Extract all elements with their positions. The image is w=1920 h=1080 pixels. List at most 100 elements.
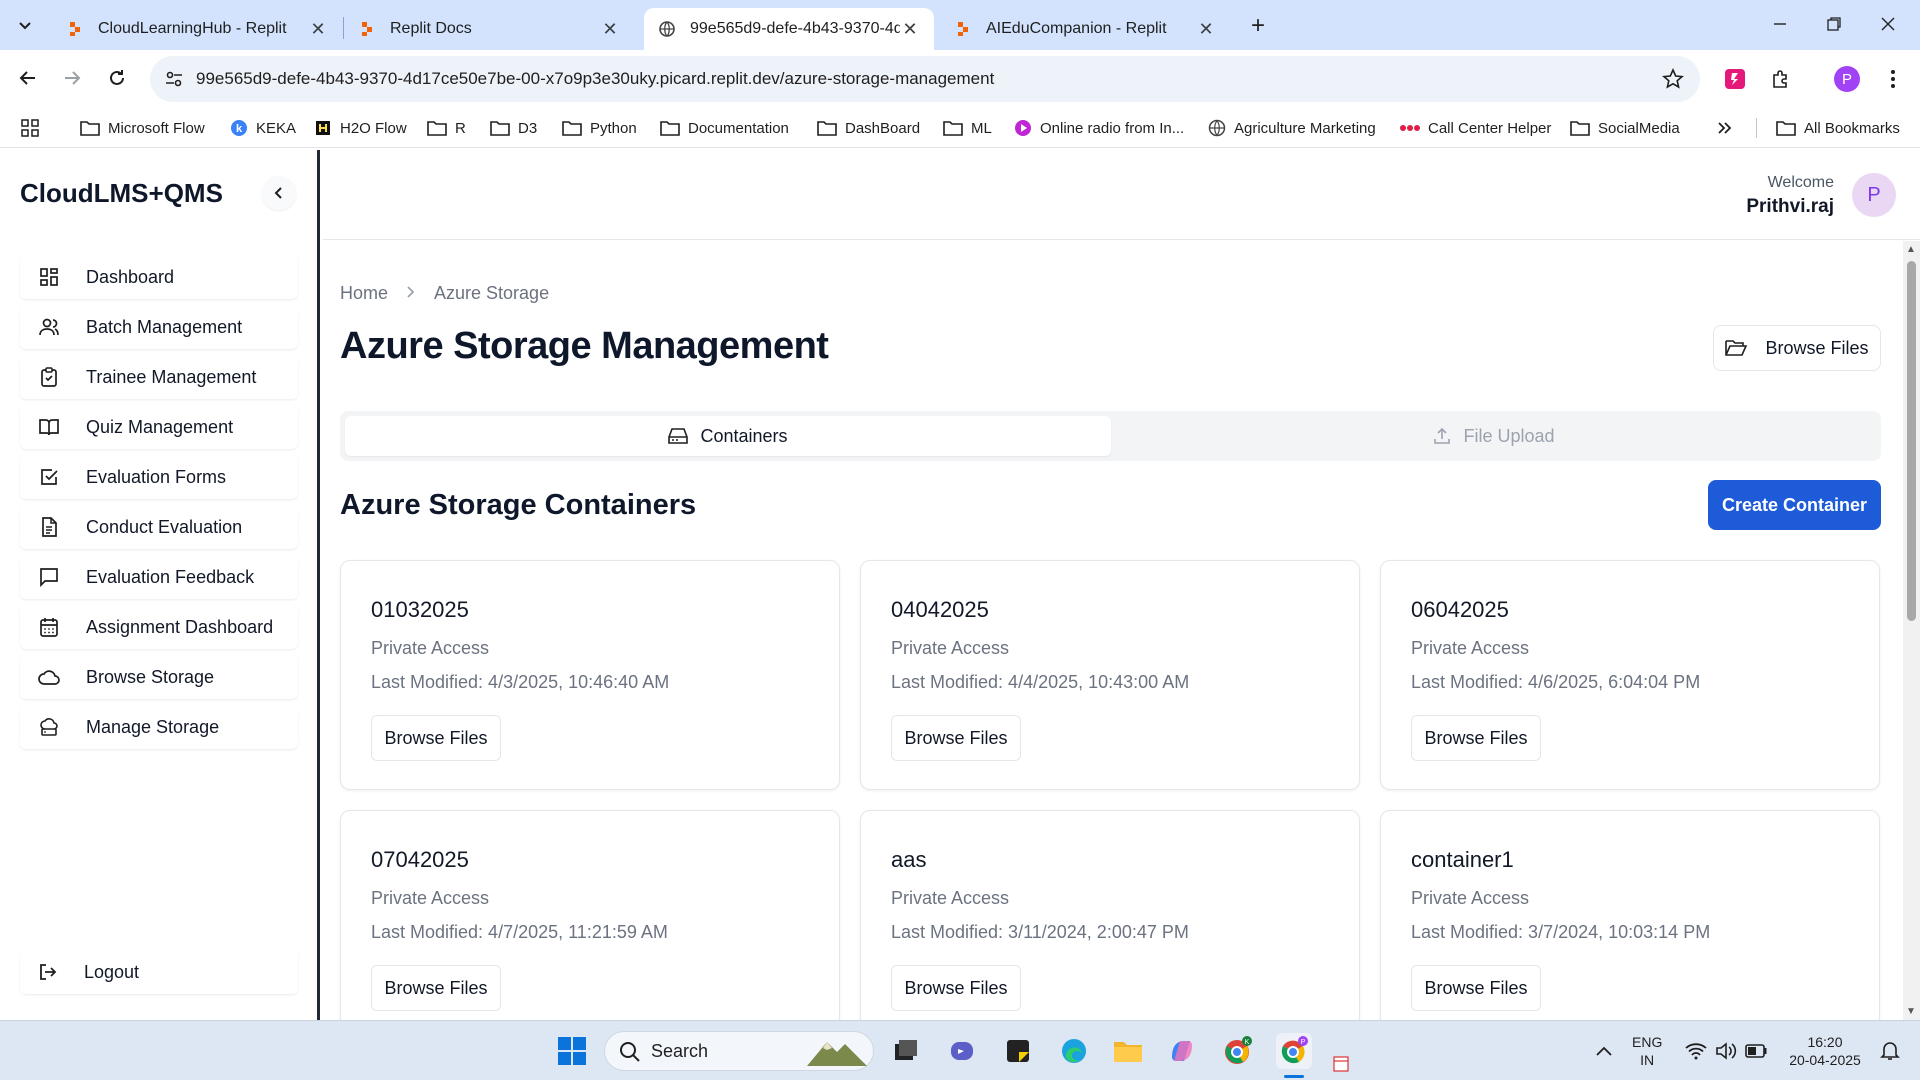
browse-files-button[interactable]: Browse Files [891,965,1021,1011]
breadcrumb-home[interactable]: Home [340,283,388,304]
kebab-menu-icon[interactable] [1878,64,1908,94]
container-card: 06042025 Private Access Last Modified: 4/6… [1380,560,1880,790]
tab-search-button[interactable] [10,10,40,40]
close-icon[interactable]: ✕ [900,19,920,39]
welcome-block: Welcome Prithvi.raj [1746,174,1834,218]
file-explorer-icon[interactable] [1110,1033,1146,1069]
bookmark-item[interactable]: SocialMedia [1570,116,1680,140]
sidebar-item-browse-storage[interactable]: Browse Storage [20,655,298,699]
browse-files-button[interactable]: Browse Files [891,715,1021,761]
close-window-button[interactable] [1866,8,1910,40]
sidebar-item-batch-management[interactable]: Batch Management [20,305,298,349]
scroll-thumb[interactable] [1907,261,1916,621]
logout-button[interactable]: Logout [20,950,298,994]
forward-button[interactable] [56,62,88,94]
bookmark-item[interactable]: Python [562,116,637,140]
start-button[interactable] [554,1033,590,1069]
sidebar-item-label: Trainee Management [86,366,257,387]
bookmark-item[interactable]: Microsoft Flow [80,116,205,140]
profile-avatar[interactable]: P [1832,64,1862,94]
bookmark-item[interactable]: ML [943,116,992,140]
browse-files-button[interactable]: Browse Files [371,715,501,761]
more-bookmarks-icon[interactable] [1716,116,1732,140]
task-view-icon[interactable] [888,1033,924,1069]
globe-icon [658,20,676,38]
browse-files-button[interactable]: Browse Files [1713,325,1881,371]
profile-initial: P [1834,66,1860,92]
logout-label: Logout [84,961,140,982]
close-icon[interactable]: ✕ [1196,19,1216,39]
chrome-profile-k-icon[interactable]: K [1220,1033,1256,1069]
sidebar-item-manage-storage[interactable]: Manage Storage [20,705,298,749]
bookmark-item[interactable]: Online radio from In... [1014,116,1184,140]
create-container-button[interactable]: Create Container [1708,480,1881,530]
chevron-left-icon [274,187,282,199]
bookmark-item[interactable]: Agriculture Marketing [1208,116,1376,140]
search-placeholder: Search [651,1040,709,1061]
browser-tab[interactable]: AIEduCompanion - Replit ✕ [940,8,1230,50]
sidebar-item-label: Evaluation Feedback [86,566,255,587]
apps-icon[interactable] [20,116,40,140]
scroll-up-icon[interactable]: ▲ [1906,244,1916,255]
bookmark-item[interactable]: k KEKA [230,116,296,140]
all-bookmarks[interactable]: All Bookmarks [1776,116,1900,140]
reload-button[interactable] [101,62,133,94]
browse-files-button[interactable]: Browse Files [1411,715,1541,761]
notification-bell-icon[interactable] [1872,1033,1908,1069]
container-access: Private Access [371,638,490,658]
sidebar-item-conduct-evaluation[interactable]: Conduct Evaluation [20,505,298,549]
url-input[interactable]: 99e565d9-defe-4b43-9370-4d17ce50e7be-00-… [150,56,1700,102]
minimize-button[interactable] [1758,8,1802,40]
battery-icon[interactable] [1738,1033,1774,1069]
extension-icon[interactable] [1720,64,1750,94]
site-info-icon[interactable] [164,69,184,94]
bookmark-item[interactable]: H2O Flow [314,116,407,140]
bookmark-item[interactable]: R [427,116,466,140]
sidebar-item-quiz-management[interactable]: Quiz Management [20,405,298,449]
snipping-icon[interactable] [1330,1051,1354,1075]
browser-tab[interactable]: Replit Docs ✕ [344,8,634,50]
sidebar-item-evaluation-feedback[interactable]: Evaluation Feedback [20,555,298,599]
close-icon[interactable]: ✕ [600,19,620,39]
bookmark-star-icon[interactable] [1662,68,1684,95]
tab-containers[interactable]: Containers [345,416,1111,456]
bookmark-item[interactable]: Call Center Helper [1400,116,1551,140]
sidebar-item-assignment-dashboard[interactable]: Assignment Dashboard [20,605,298,649]
tab-file-upload[interactable]: File Upload [1111,416,1877,456]
teams-icon[interactable] [944,1033,980,1069]
bookmark-label: KEKA [256,119,297,137]
all-bookmarks-label: All Bookmarks [1804,119,1900,137]
chevron-up-icon[interactable] [1586,1033,1622,1069]
sidebar-item-evaluation-forms[interactable]: Evaluation Forms [20,455,298,499]
sidebar-item-trainee-management[interactable]: Trainee Management [20,355,298,399]
sticky-notes-icon[interactable] [1000,1033,1036,1069]
chrome-profile-p-icon[interactable]: P [1276,1033,1312,1069]
scroll-down-icon[interactable]: ▼ [1906,1006,1916,1017]
bookmark-item[interactable]: Documentation [660,116,789,140]
upload-icon [1433,427,1451,445]
close-icon [1881,17,1895,31]
language-indicator[interactable]: ENG IN [1632,1033,1662,1069]
clock[interactable]: 16:20 20-04-2025 [1782,1033,1868,1069]
bookmark-item[interactable]: DashBoard [817,116,920,140]
browse-files-button[interactable]: Browse Files [371,965,501,1011]
restore-button[interactable] [1812,8,1856,40]
puzzle-icon[interactable] [1766,64,1796,94]
back-button[interactable] [12,62,44,94]
browse-files-button[interactable]: Browse Files [1411,965,1541,1011]
close-icon[interactable]: ✕ [308,19,328,39]
copilot-icon[interactable] [1164,1033,1200,1069]
avatar[interactable]: P [1852,173,1896,217]
container-name: 04042025 [891,597,989,622]
collapse-sidebar-button[interactable] [262,176,296,210]
browser-tab[interactable]: CloudLearningHub - Replit ✕ [52,8,342,50]
sidebar-item-dashboard[interactable]: Dashboard [20,255,298,299]
logout-icon [38,962,58,982]
browser-tab-active[interactable]: 99e565d9-defe-4b43-9370-4d1 ✕ [644,8,934,50]
svg-text:K: K [1245,1039,1250,1046]
new-tab-button[interactable]: + [1244,12,1272,40]
bookmark-item[interactable]: D3 [490,116,537,140]
scrollbar[interactable]: ▲ ▼ [1903,241,1920,1020]
taskbar-search-input[interactable]: Search [604,1031,874,1071]
edge-icon[interactable] [1056,1033,1092,1069]
